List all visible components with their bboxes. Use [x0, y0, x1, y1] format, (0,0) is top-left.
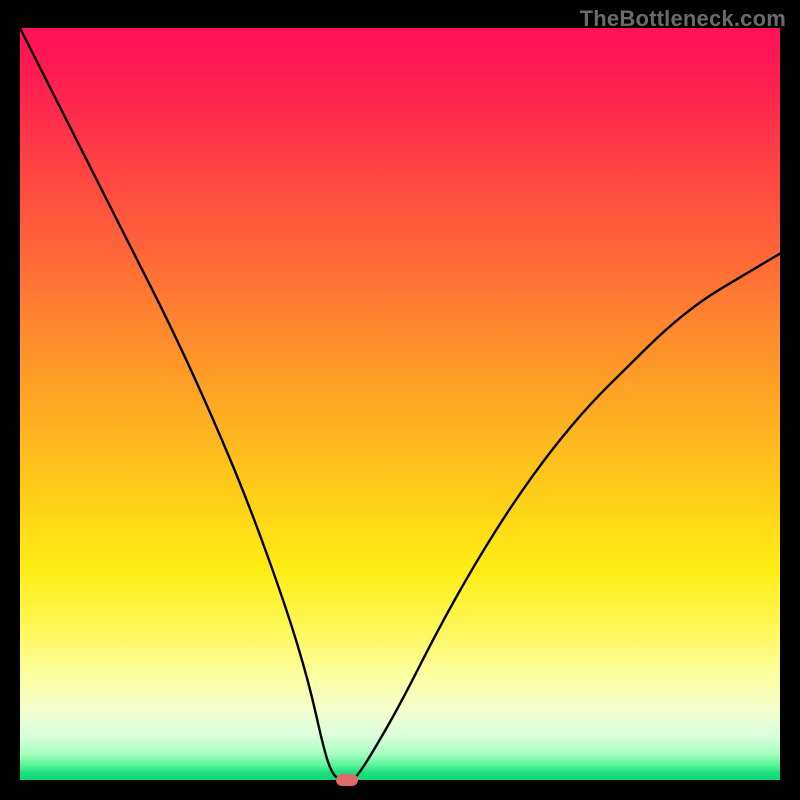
bottleneck-curve: [20, 28, 780, 780]
watermark-text: TheBottleneck.com: [580, 6, 786, 32]
chart-frame: TheBottleneck.com: [0, 0, 800, 800]
optimal-point-marker: [336, 774, 358, 786]
